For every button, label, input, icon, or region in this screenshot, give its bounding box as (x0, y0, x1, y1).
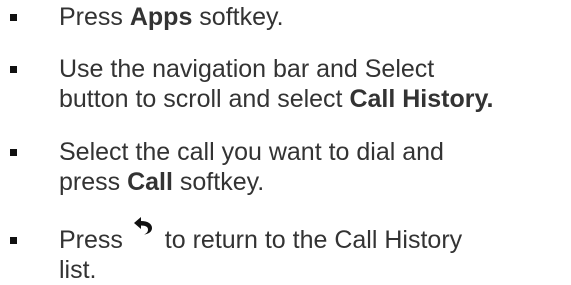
bullet (10, 66, 17, 73)
bullet (10, 14, 17, 21)
step-3-line-2: press Call softkey. (59, 168, 265, 196)
step-4-line-1: Press to return to the Call History (59, 217, 571, 255)
call-history-label: Call History. (349, 85, 494, 113)
back-arrow-icon (132, 213, 154, 243)
bullet (10, 149, 17, 156)
bullet (10, 237, 17, 244)
step-2-line-2: button to scroll and select Call History… (59, 85, 494, 113)
step-2-line-1: Use the navigation bar and Select (59, 55, 435, 83)
step-1-text: Press Apps softkey. (59, 3, 284, 31)
step-4-line-2: list. (59, 256, 97, 284)
step-3-line-1: Select the call you want to dial and (59, 138, 444, 166)
call-softkey-label: Call (127, 168, 173, 196)
apps-softkey-label: Apps (129, 3, 193, 31)
